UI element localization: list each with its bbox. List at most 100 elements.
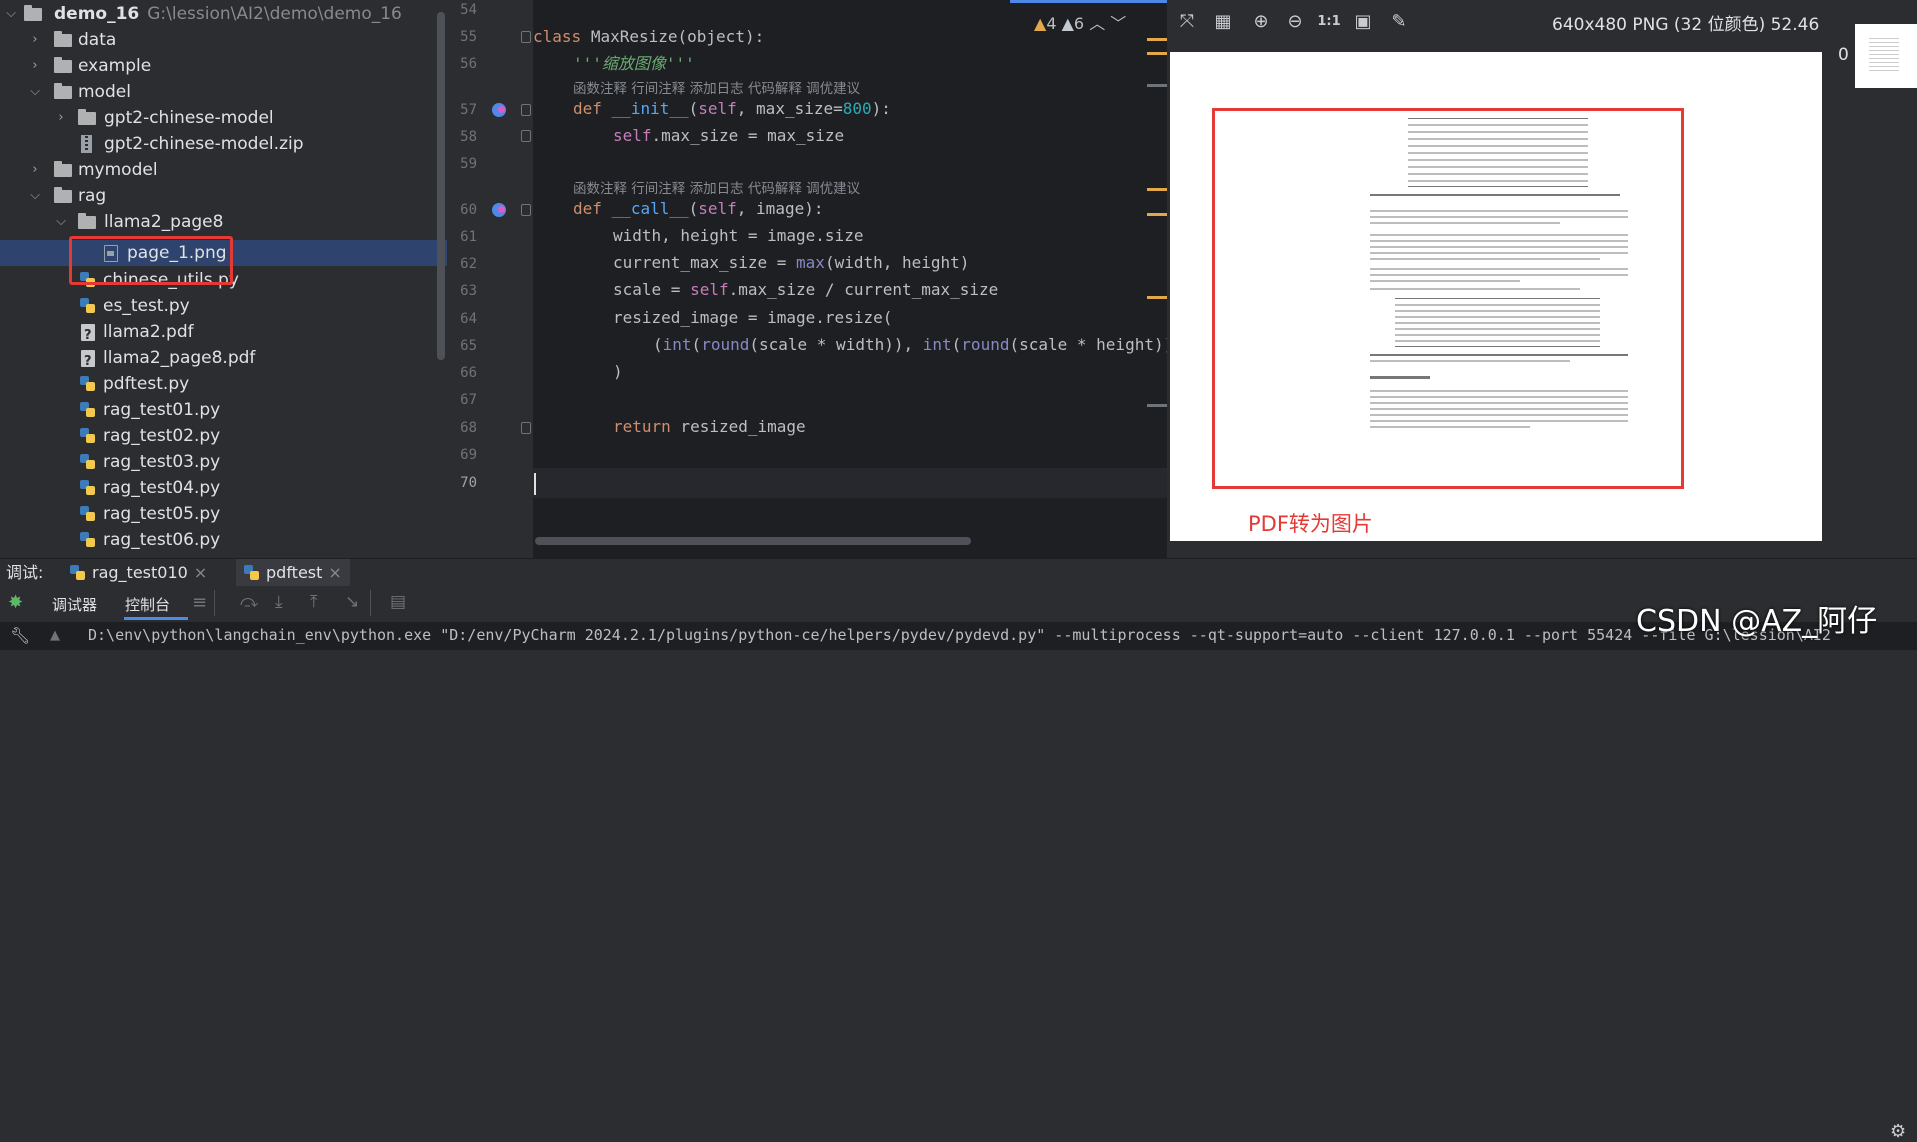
tree-item-label: mymodel [78,160,158,180]
actual-size-button[interactable]: 1:1 [1317,10,1341,34]
code-token: resized_image [670,417,806,436]
tree-item-model[interactable]: ⌵ model [0,79,447,105]
info-stripe[interactable] [1147,84,1167,87]
wrench-icon[interactable]: 🔧︎ [10,626,30,645]
tree-item-label: llama2_page8 [104,212,224,232]
tree-item-label: rag_test04.py [103,478,221,498]
self-token: self [613,126,652,145]
tree-item-es-test[interactable]: es_test.py [0,293,447,319]
fold-toggle-icon[interactable] [521,422,531,434]
color-picker-icon[interactable]: ✎ [1387,10,1411,34]
tab-console[interactable]: 控制台 [125,594,170,615]
tree-item-gpt2-chinese-model[interactable]: › gpt2-chinese-model [0,105,447,131]
tree-item-rag-test03[interactable]: rag_test03.py [0,449,447,475]
weak-warning-count: 6 [1073,14,1085,33]
class-name: MaxResize [590,27,678,46]
fit-to-window-icon[interactable]: ⤧ [1175,10,1199,34]
bug-icon[interactable]: ✸ [8,592,23,613]
side-count: 0 [1838,45,1849,65]
fold-toggle-icon[interactable] [521,31,531,43]
warning-stripe[interactable] [1147,213,1167,216]
scroll-up-icon[interactable]: ▲ [50,628,60,643]
function-name: __call__ [611,199,689,218]
step-over-icon[interactable]: ⤼ [240,592,258,612]
implements-method-icon[interactable] [492,203,506,217]
zoom-out-icon[interactable]: ⊖ [1283,10,1307,34]
warning-stripe[interactable] [1147,296,1167,299]
close-icon[interactable]: × [328,563,341,582]
gear-icon[interactable]: ⚙ [1890,1121,1906,1142]
evaluate-icon[interactable]: ▤ [390,592,406,612]
chevron-up-icon[interactable]: ︿ [1089,14,1105,33]
keyword: class [533,27,582,46]
fold-toggle-icon[interactable] [521,104,531,116]
code-editor[interactable]: class MaxResize(object): '''缩放图像''' 函数注释… [533,0,1167,558]
step-into-icon[interactable]: ⤓ [275,592,283,612]
folder-icon [54,31,72,47]
tab-pdftest[interactable]: pdftest × [236,559,350,587]
zip-file-icon [81,135,92,153]
warning-stripe[interactable] [1147,188,1167,191]
info-stripe[interactable] [1147,404,1167,407]
tab-debugger[interactable]: 调试器 [52,594,97,615]
tree-item-label: llama2_page8.pdf [103,348,256,368]
chevron-down-icon[interactable]: ﹀ [1110,14,1126,33]
current-line-highlight [533,468,1167,498]
inspection-widget[interactable]: ▲4 ▲6 ︿ ﹀ [1034,10,1126,34]
console-output[interactable]: 🔧︎ ▲ D:\env\python\langchain_env\python.… [0,622,1917,650]
warning-count: 4 [1046,14,1057,33]
run-to-cursor-icon[interactable]: ↘ [345,592,359,612]
menu-icon[interactable]: ≡ [192,592,207,613]
zoom-in-icon[interactable]: ⊕ [1249,10,1273,34]
tree-root-path: G:\lession\AI2\demo\demo_16 [147,4,402,24]
tree-item-rag-test06[interactable]: rag_test06.py [0,527,447,553]
chevron-right-icon[interactable]: › [28,27,42,53]
tree-item-data[interactable]: › data [0,27,447,53]
image-thumbnail[interactable] [1855,24,1917,88]
tree-item-label: rag_test06.py [103,530,221,550]
tree-item-rag-test02[interactable]: rag_test02.py [0,423,447,449]
tree-item-label: es_test.py [103,296,190,316]
tree-item-llama2-page8[interactable]: ⌵ llama2_page8 [0,209,447,235]
chevron-down-icon[interactable]: ⌵ [28,79,42,105]
tree-item-label: rag_test01.py [103,400,221,420]
tab-rag-test010[interactable]: rag_test010 × [70,559,207,587]
warning-stripe[interactable] [1147,38,1167,41]
tree-item-rag-test04[interactable]: rag_test04.py [0,475,447,501]
chevron-right-icon[interactable]: › [28,53,42,79]
self-token: self [690,280,729,299]
chevron-down-icon[interactable]: ⌵ [54,209,68,235]
tree-item-pdftest[interactable]: pdftest.py [0,371,447,397]
tree-item-label: model [78,82,131,102]
implements-method-icon[interactable] [492,103,506,117]
tree-scrollbar[interactable] [437,12,445,360]
annotation-label: PDF转为图片 [1248,512,1373,536]
fold-toggle-icon[interactable] [521,204,531,216]
line-number: 62 [460,256,477,272]
warning-stripe[interactable] [1147,52,1167,55]
inlay-hints-call[interactable]: 函数注释 行间注释 添加日志 代码解释 调优建议 [573,177,860,197]
inlay-hints-init[interactable]: 函数注释 行间注释 添加日志 代码解释 调优建议 [573,77,860,97]
debug-label: 调试: [6,563,44,582]
chevron-right-icon[interactable]: › [54,105,68,131]
tree-root[interactable]: ⌵ demo_16 G:\lession\AI2\demo\demo_16 [0,1,447,27]
grid-icon[interactable]: ▦ [1211,10,1235,34]
tree-item-llama2-page8-pdf[interactable]: llama2_page8.pdf [0,345,447,375]
tree-item-mymodel[interactable]: › mymodel [0,157,447,183]
tree-item-llama2-pdf[interactable]: llama2.pdf [0,319,447,349]
background-icon[interactable]: ▣ [1351,10,1375,34]
fold-toggle-icon[interactable] [521,130,531,142]
tree-item-gpt2-chinese-model-zip[interactable]: gpt2-chinese-model.zip [0,131,447,157]
chevron-down-icon[interactable]: ⌵ [28,183,42,209]
chevron-down-icon[interactable]: ⌵ [4,1,18,27]
tree-item-rag-test05[interactable]: rag_test05.py [0,501,447,527]
close-icon[interactable]: × [194,563,207,582]
builtin-token: round [701,335,750,354]
step-out-icon[interactable]: ⤒ [310,592,318,612]
tree-item-example[interactable]: › example [0,53,447,79]
editor-h-scrollbar[interactable] [535,537,971,545]
tree-item-rag[interactable]: ⌵ rag [0,183,447,209]
chevron-right-icon[interactable]: › [28,157,42,183]
keyword: return [613,417,671,436]
tree-item-rag-test01[interactable]: rag_test01.py [0,397,447,423]
